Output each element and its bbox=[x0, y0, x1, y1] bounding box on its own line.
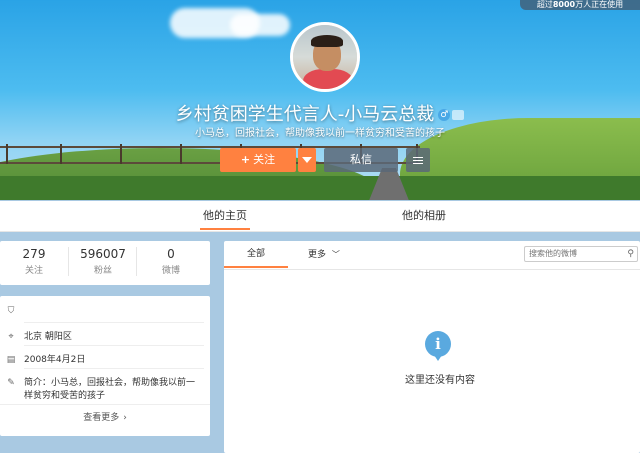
profile-name-text: 乡村贫困学生代言人-小马云总裁 bbox=[175, 104, 435, 125]
message-button[interactable]: 私信 bbox=[324, 148, 398, 172]
stat-posts[interactable]: 0 微博 bbox=[136, 247, 205, 276]
feed-tab-more[interactable]: 更多 ﹀ bbox=[308, 241, 340, 268]
stat-followers[interactable]: 596007 粉丝 bbox=[68, 247, 137, 276]
bio-row: ✎ 简介：小马总，回报社会，帮助像我以前一 bbox=[7, 378, 196, 388]
tab-home[interactable]: 他的主页 bbox=[200, 201, 250, 230]
avatar[interactable] bbox=[290, 22, 360, 92]
profile-name: 乡村贫困学生代言人-小马云总裁 ♂ bbox=[0, 100, 640, 126]
location-row: ⌖ 北京 朝阳区 bbox=[6, 329, 71, 342]
edit-icon: ✎ bbox=[7, 378, 15, 388]
tab-album[interactable]: 他的相册 bbox=[396, 201, 452, 230]
menu-button[interactable] bbox=[406, 148, 430, 172]
hamburger-icon bbox=[406, 148, 430, 164]
search-icon[interactable]: ⚲ bbox=[627, 247, 634, 261]
profile-tabbar: 他的主页 他的相册 bbox=[0, 201, 640, 232]
cake-icon: ▤ bbox=[6, 355, 16, 365]
feed-tab-all[interactable]: 全部 bbox=[224, 241, 288, 268]
male-icon: ♂ bbox=[438, 109, 451, 121]
location-icon: ⌖ bbox=[8, 332, 14, 342]
chevron-down-icon: ﹀ bbox=[331, 250, 340, 259]
plus-icon: + bbox=[240, 153, 251, 166]
rank-row: ⛉ bbox=[6, 306, 24, 316]
profile-description: 小马总，回报社会，帮助像我以前一样贫穷和受苦的孩子 bbox=[195, 128, 445, 139]
vip-badge-icon bbox=[452, 110, 465, 120]
ground bbox=[0, 176, 640, 200]
feed-card: 全部 更多 ﹀ ⚲ i 这里还没有内容 bbox=[224, 241, 640, 453]
chevron-right-icon: › bbox=[123, 413, 127, 423]
see-more-link[interactable]: 查看更多 › bbox=[0, 410, 210, 423]
empty-message: 这里还没有内容 bbox=[405, 375, 475, 386]
search-input[interactable] bbox=[529, 249, 619, 258]
top-badge: 超过8000万人正在使用 bbox=[520, 0, 640, 10]
follow-dropdown-button[interactable] bbox=[298, 148, 316, 172]
bio-row-cont: 样贫穷和受苦的孩子 bbox=[24, 391, 106, 401]
chevron-down-icon bbox=[302, 157, 312, 163]
stats-card: 279 关注 596007 粉丝 0 微博 bbox=[0, 241, 210, 285]
info-icon: i bbox=[425, 331, 451, 361]
info-card: ⛉ ⌖ 北京 朝阳区 ▤ 2008年4月2日 ✎ 简介：小马总，回报社会，帮助像我以前… bbox=[0, 296, 210, 436]
follow-button[interactable]: + 关注 bbox=[220, 148, 296, 172]
feed-toolbar: 全部 更多 ﹀ ⚲ bbox=[224, 241, 640, 270]
birthday-row: ▤ 2008年4月2日 bbox=[6, 355, 86, 365]
cloud bbox=[230, 14, 290, 36]
search-box[interactable]: ⚲ bbox=[524, 246, 638, 262]
stat-following[interactable]: 279 关注 bbox=[0, 247, 68, 276]
bookmark-icon: ⛉ bbox=[7, 306, 15, 316]
